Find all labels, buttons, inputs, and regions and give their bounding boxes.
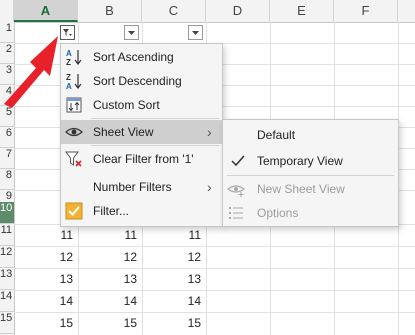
options-label: Options: [257, 206, 299, 220]
menu-item-clear-filter[interactable]: Clear Filter from '1': [61, 147, 222, 171]
cell-b12[interactable]: 12: [78, 246, 142, 268]
default-label: Default: [257, 128, 296, 142]
svg-text:A: A: [66, 49, 72, 58]
submenu-item-temporary-view[interactable]: Temporary View: [223, 149, 398, 173]
row-header-5[interactable]: 5: [0, 106, 14, 127]
filter-label: Filter...: [93, 204, 130, 218]
cell-a12[interactable]: 12: [14, 246, 78, 268]
svg-text:A: A: [66, 82, 72, 90]
submenu-item-new-sheet-view[interactable]: New Sheet View: [223, 177, 398, 201]
column-header-c[interactable]: C: [142, 0, 206, 22]
row-header-10[interactable]: 10: [0, 202, 14, 224]
cell-b15[interactable]: 15: [78, 312, 142, 334]
menu-separator: [91, 118, 219, 119]
filter-dropdown-button-c[interactable]: [188, 25, 203, 40]
filter-dropdown-menu: A Z Sort Ascending Z A Sort Descending C…: [60, 43, 223, 227]
clear-filter-icon: [65, 151, 82, 167]
cell-a13[interactable]: 13: [14, 268, 78, 290]
clear-filter-label: Clear Filter from '1': [93, 152, 194, 166]
submenu-item-default[interactable]: Default: [223, 123, 398, 147]
menu-item-sheet-view[interactable]: Sheet View ›: [61, 120, 222, 144]
row-header-15[interactable]: 15: [0, 312, 14, 334]
column-header-f[interactable]: F: [334, 0, 398, 22]
select-all-corner[interactable]: [0, 0, 14, 22]
row-header-6[interactable]: 6: [0, 127, 14, 148]
cell-a14[interactable]: 14: [14, 290, 78, 312]
cell-c13[interactable]: 13: [142, 268, 206, 290]
cell-c12[interactable]: 12: [142, 246, 206, 268]
checkmark-icon: [231, 155, 245, 167]
temporary-view-label: Temporary View: [257, 154, 343, 168]
annotation-arrow: [4, 36, 58, 108]
row-header-11[interactable]: 11: [0, 224, 14, 246]
chevron-right-icon: ›: [207, 179, 212, 195]
row-header-7[interactable]: 7: [0, 148, 14, 169]
sort-descending-icon: Z A: [66, 73, 82, 90]
row-header-8[interactable]: 8: [0, 169, 14, 190]
new-sheet-view-label: New Sheet View: [257, 182, 345, 196]
menu-item-number-filters[interactable]: Number Filters ›: [61, 175, 222, 199]
number-filters-label: Number Filters: [93, 180, 172, 194]
cell-c15[interactable]: 15: [142, 312, 206, 334]
custom-sort-icon: [66, 97, 82, 113]
cell-b14[interactable]: 14: [78, 290, 142, 312]
submenu-item-options[interactable]: Options: [223, 201, 398, 225]
column-header-d[interactable]: D: [206, 0, 270, 22]
column-header-row: A B C D E F: [0, 0, 415, 23]
sheet-view-label: Sheet View: [93, 125, 154, 139]
cell-a15[interactable]: 15: [14, 312, 78, 334]
sort-descending-label: Sort Descending: [93, 74, 182, 88]
cell-b13[interactable]: 13: [78, 268, 142, 290]
column-header-a[interactable]: A: [14, 0, 78, 22]
sheet-view-submenu: Default Temporary View New Sheet View Op…: [222, 119, 399, 227]
options-list-icon: [229, 207, 243, 219]
column-header-e[interactable]: E: [270, 0, 334, 22]
menu-item-filter[interactable]: Filter...: [61, 199, 222, 223]
checkbox-checked-icon: [65, 202, 83, 220]
row-header-12[interactable]: 12: [0, 246, 14, 268]
sort-ascending-label: Sort Ascending: [93, 50, 174, 64]
column-header-b[interactable]: B: [78, 0, 142, 22]
menu-item-custom-sort[interactable]: Custom Sort: [61, 93, 222, 117]
eye-icon: [65, 127, 83, 137]
menu-item-sort-ascending[interactable]: A Z Sort Ascending: [61, 45, 222, 69]
cell-a11[interactable]: 11: [14, 224, 78, 246]
menu-item-sort-descending[interactable]: Z A Sort Descending: [61, 69, 222, 93]
chevron-down-icon: [192, 31, 199, 35]
menu-separator: [227, 175, 394, 176]
menu-separator: [91, 145, 219, 146]
filter-dropdown-button-b[interactable]: [124, 25, 139, 40]
chevron-right-icon: ›: [207, 124, 212, 140]
row-header-13[interactable]: 13: [0, 268, 14, 290]
row-header-14[interactable]: 14: [0, 290, 14, 312]
cell-b11[interactable]: 11: [78, 224, 142, 246]
svg-text:Z: Z: [66, 73, 71, 82]
svg-text:Z: Z: [66, 58, 71, 66]
sort-ascending-icon: A Z: [66, 49, 82, 66]
cell-c11[interactable]: 11: [142, 224, 206, 246]
custom-sort-label: Custom Sort: [93, 98, 160, 112]
chevron-down-icon: [128, 31, 135, 35]
new-sheet-view-icon: [227, 185, 245, 197]
cell-c14[interactable]: 14: [142, 290, 206, 312]
